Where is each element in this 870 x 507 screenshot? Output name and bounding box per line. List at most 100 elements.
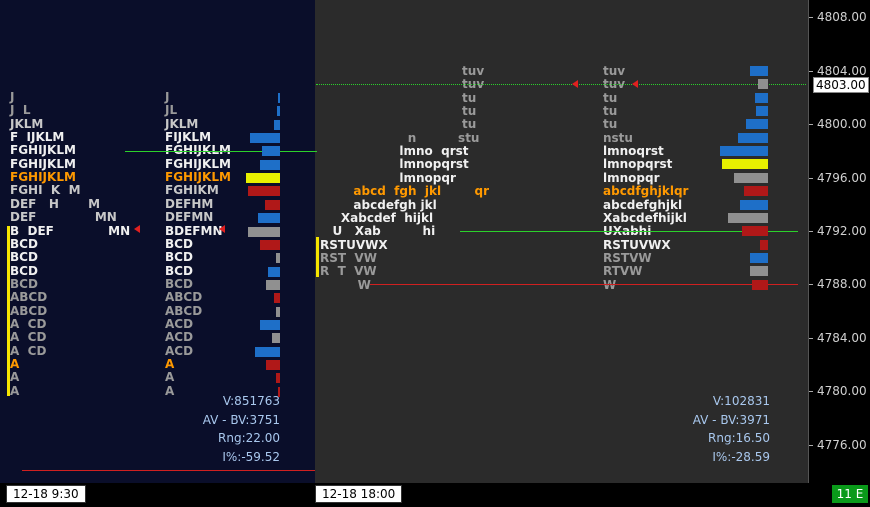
tpo-row: tu bbox=[320, 117, 477, 132]
tpo-row: JL bbox=[165, 103, 178, 118]
status-badge[interactable]: 11 E bbox=[832, 485, 868, 503]
tpo-row: R T VW bbox=[320, 264, 377, 279]
volume-bar bbox=[277, 106, 280, 117]
axis-price-label: 4784.00 bbox=[817, 331, 867, 345]
volume-bar bbox=[266, 279, 280, 290]
tpo-row: abcdfghjklqr bbox=[603, 184, 689, 199]
tpo-row: abcd fgh jkl qr bbox=[320, 184, 490, 199]
tpo-row: ABCD bbox=[10, 290, 48, 305]
tpo-row: J bbox=[10, 90, 15, 104]
tpo-row: FGHIJKLM bbox=[165, 156, 231, 171]
tpo-row: U Xab hi bbox=[320, 224, 436, 239]
volume-bar bbox=[744, 186, 768, 197]
tpo-row: A bbox=[165, 383, 175, 398]
volume-bar bbox=[248, 186, 280, 197]
level-line bbox=[316, 84, 806, 85]
volume-bar bbox=[720, 146, 768, 157]
axis-price-label: 4792.00 bbox=[817, 224, 867, 238]
tpo-row: ABCD bbox=[165, 303, 203, 318]
range-stat: Rng:22.00 bbox=[218, 431, 280, 445]
volume-bar bbox=[760, 239, 768, 250]
tpo-row: ABCD bbox=[10, 303, 48, 318]
volume-bar bbox=[255, 346, 280, 357]
volume-bar bbox=[276, 306, 280, 317]
tpo-row: DEFMN bbox=[165, 210, 214, 225]
tpo-row: tu bbox=[320, 90, 477, 105]
tpo-row: BCD bbox=[165, 236, 193, 251]
tpo-row: A bbox=[10, 370, 20, 385]
volume-bar bbox=[758, 79, 768, 90]
volume-bar bbox=[250, 133, 280, 144]
tpo-row: A bbox=[165, 370, 175, 385]
axis-price-label: 4808.00 bbox=[817, 10, 867, 24]
tpo-row: A bbox=[10, 383, 20, 398]
volume-stat: V:851763 bbox=[222, 394, 280, 408]
av-bv-stat: AV - BV:3751 bbox=[202, 412, 280, 427]
tpo-row: abcdefgh jkl bbox=[320, 197, 437, 212]
tpo-row: A CD bbox=[10, 343, 47, 358]
tpo-row: abcdefghjkl bbox=[603, 197, 683, 212]
volume-bar bbox=[276, 373, 280, 384]
axis-tick bbox=[809, 124, 813, 125]
tpo-row: FGHIJKLM bbox=[10, 143, 76, 158]
current-price-label: 4803.00 bbox=[813, 77, 869, 93]
tpo-row: DEFHM bbox=[165, 196, 214, 211]
tpo-row: RTVW bbox=[603, 264, 643, 279]
range-stat: Rng:16.50 bbox=[708, 431, 770, 445]
volume-bar bbox=[728, 212, 768, 223]
level-line bbox=[370, 284, 798, 285]
tpo-row: RST VW bbox=[320, 250, 377, 265]
volume-bar bbox=[268, 266, 280, 277]
tpo-row: RSTUVWX bbox=[320, 237, 388, 252]
axis-tick bbox=[809, 445, 813, 446]
axis-price-label: 4800.00 bbox=[817, 117, 867, 131]
volume-bar bbox=[742, 226, 768, 237]
tpo-row: RSTVW bbox=[603, 250, 652, 265]
tpo-row: nstu bbox=[603, 130, 633, 145]
volume-bar bbox=[276, 253, 280, 264]
av-bv-stat: AV - BV:3971 bbox=[692, 412, 770, 427]
tpo-row: BCD bbox=[10, 236, 38, 251]
level-line bbox=[125, 151, 317, 152]
volume-bar bbox=[756, 106, 768, 117]
right-time-label: 12-18 18:00 bbox=[315, 485, 403, 503]
axis-price-label: 4776.00 bbox=[817, 438, 867, 452]
marker-triangle-icon bbox=[572, 80, 578, 88]
volume-bar bbox=[262, 146, 280, 157]
tpo-row: ACD bbox=[165, 316, 194, 331]
tpo-row: ABCD bbox=[165, 290, 203, 305]
volume-bar bbox=[260, 319, 280, 330]
tpo-row: FGHIJKLM bbox=[165, 170, 231, 185]
tpo-row: FIJKLM bbox=[165, 130, 212, 145]
tpo-row: lmnopqrst bbox=[603, 157, 673, 172]
marker-triangle-icon bbox=[219, 225, 225, 233]
tpo-row: A bbox=[165, 357, 175, 371]
tpo-row: lmnopqrst bbox=[320, 157, 469, 172]
left-stats: V:851763 AV - BV:3751 Rng:22.00 I%:-59.5… bbox=[160, 392, 280, 466]
tpo-row: J bbox=[165, 90, 170, 104]
volume-bar bbox=[278, 386, 280, 397]
ipct-stat: I%:-28.59 bbox=[712, 449, 770, 464]
tpo-row: lmnoqrst bbox=[603, 144, 664, 159]
volume-bar bbox=[750, 252, 768, 263]
tpo-row: A bbox=[10, 357, 20, 371]
axis-price-label: 4780.00 bbox=[817, 384, 867, 398]
axis-tick bbox=[809, 391, 813, 392]
tpo-row: W bbox=[603, 277, 617, 292]
price-axis[interactable]: 4803.00 4808.00 4804.00 4800.00 4796.00 4792… bbox=[808, 0, 870, 483]
axis-tick bbox=[809, 178, 813, 179]
tpo-row: tu bbox=[603, 117, 618, 132]
tpo-row: n stu bbox=[320, 130, 480, 145]
volume-bar bbox=[274, 293, 280, 304]
volume-bar bbox=[274, 119, 280, 130]
tpo-row: BCD bbox=[10, 263, 38, 278]
tpo-row: BCD bbox=[165, 250, 193, 265]
tpo-row: JKLM bbox=[10, 116, 44, 131]
volume-stat: V:102831 bbox=[712, 394, 770, 408]
tpo-row: tu bbox=[320, 104, 477, 119]
tpo-row: BCD bbox=[10, 276, 38, 291]
tpo-row: JKLM bbox=[165, 116, 199, 131]
tpo-row: tu bbox=[603, 90, 618, 105]
right-stats: V:102831 AV - BV:3971 Rng:16.50 I%:-28.5… bbox=[650, 392, 770, 466]
tpo-row: FGHI K M bbox=[10, 183, 81, 198]
